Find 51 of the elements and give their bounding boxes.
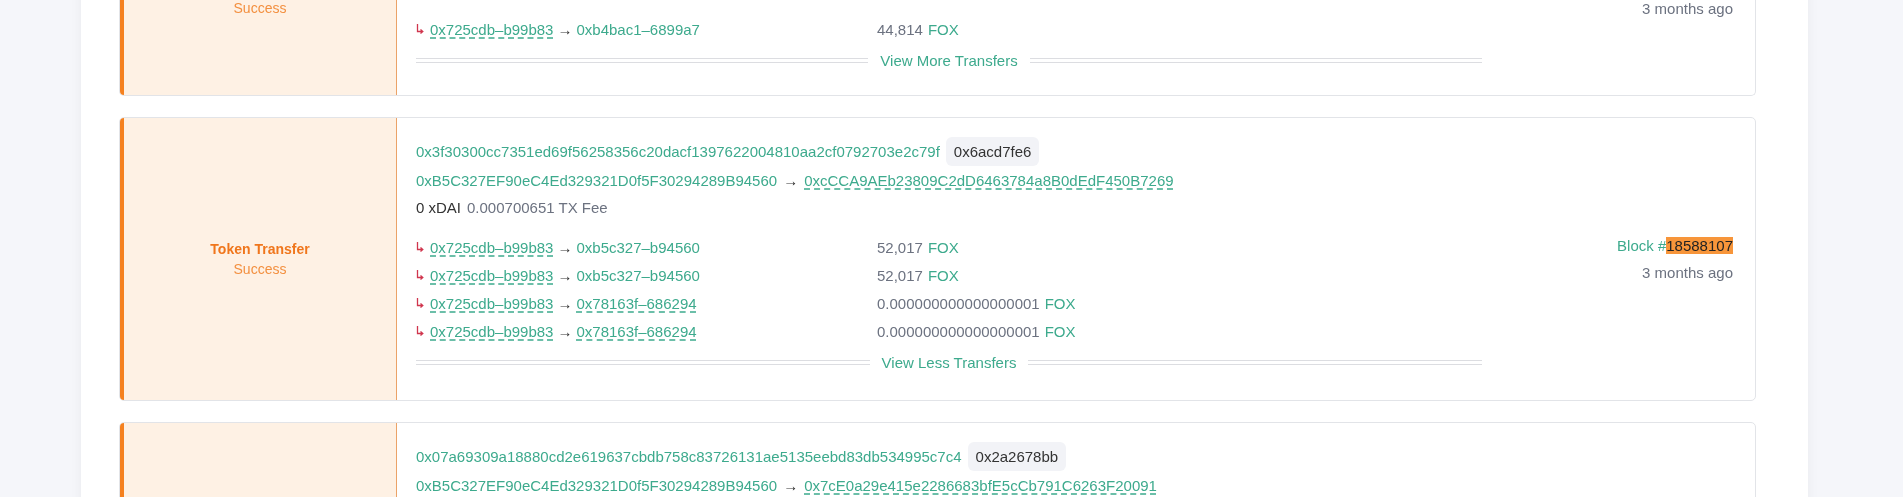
transaction-status: Success [233,261,287,277]
timestamp: 3 months ago [1642,0,1733,17]
from-address-link[interactable]: 0xB5C327EF90eC4Ed329321D0f5F30294289B94560 [416,477,778,494]
token-link[interactable]: FOX [927,20,959,38]
to-address-link[interactable]: 0x78163f–686294 [576,322,697,340]
value-text: 0 xDAI [416,199,461,216]
from-address-link[interactable]: 0x725cdb–b99b83 [430,322,554,340]
token-link[interactable]: FOX [1044,322,1076,340]
from-address-link[interactable]: 0x725cdb–b99b83 [430,238,554,256]
transaction-hash-link[interactable]: 0x3f30300cc7351ed69f56258356c20dacf1397622004810aa2cf0792703e2c79f [416,143,940,160]
to-address-link[interactable]: 0xcCCA9AEb23809C2dD6463784a8B0dEdF450B7269 [804,172,1174,189]
from-address-link[interactable]: 0x725cdb–b99b83 [430,20,554,38]
arrow-text: → [557,20,573,38]
arrow-text: → [783,172,799,189]
to-address-link[interactable]: 0xb5c327–b94560 [576,266,700,284]
arrow-text: → [557,322,573,340]
token-link[interactable]: FOX [927,266,959,284]
transaction-hash-link[interactable]: 0x07a69309a18880cd2e619637cbdb758c83726131ae5135eebd83db534995c7c4 [416,448,962,465]
return-arrow-icon [416,269,424,281]
from-address-link[interactable]: 0xB5C327EF90eC4Ed329321D0f5F30294289B94560 [416,172,778,189]
return-arrow-icon [416,297,424,309]
transaction-type: Token Transfer [210,241,310,257]
toggle-transfers-link[interactable]: View Less Transfers [881,354,1017,370]
timestamp: 3 months ago [1642,264,1733,281]
amount-text: 0.000000000000000001 [877,322,1040,340]
arrow-text: → [557,294,573,312]
to-address-link[interactable]: 0x7cE0a29e415e2286683bfE5cCb791C6263F20091 [804,477,1157,494]
from-address-link[interactable]: 0x725cdb–b99b83 [430,294,554,312]
return-arrow-icon [416,23,424,35]
amount-text: 52,017 [877,238,923,256]
amount-text: 52,017 [877,266,923,284]
block-label: Block # [1617,237,1667,254]
block-number-link[interactable]: 18588107 [1666,237,1733,254]
return-arrow-icon [416,325,424,337]
arrow-text: → [557,238,573,256]
arrow-text: → [783,477,799,494]
arrow-text: → [557,266,573,284]
nonce-tag: 0x6acd7fe6 [945,137,1040,166]
amount-text: 0.000000000000000001 [877,294,1040,312]
toggle-transfers-link[interactable]: View More Transfers [880,52,1018,68]
nonce-tag: 0x2a2678bb [967,442,1067,471]
token-link[interactable]: FOX [927,238,959,256]
return-arrow-icon [416,241,424,253]
transaction-status: Success [233,0,287,16]
fee-text: 0.000700651 TX Fee [467,199,608,216]
to-address-link[interactable]: 0x78163f–686294 [576,294,697,312]
from-address-link[interactable]: 0x725cdb–b99b83 [430,266,554,284]
to-address-link[interactable]: 0xb5c327–b94560 [576,238,700,256]
token-link[interactable]: FOX [1044,294,1076,312]
amount-text: 44,814 [877,20,923,38]
to-address-link[interactable]: 0xb4bac1–6899a7 [576,20,700,38]
